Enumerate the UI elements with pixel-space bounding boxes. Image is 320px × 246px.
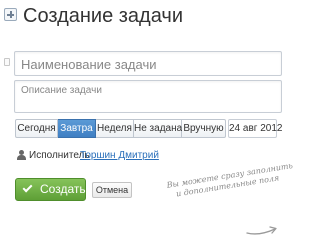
user-icon	[17, 150, 26, 160]
lock-icon	[4, 58, 10, 66]
due-today-button[interactable]: Сегодня	[15, 119, 58, 138]
check-icon	[22, 182, 33, 193]
create-button[interactable]: Создать	[15, 178, 86, 201]
due-tomorrow-button[interactable]: Завтра	[58, 119, 96, 138]
task-description-input[interactable]: Описание задачи	[14, 80, 282, 113]
task-name-placeholder: Наименование задачи	[21, 57, 157, 72]
due-manual-button[interactable]: Вручную	[182, 119, 226, 138]
page-title: Создание задачи	[23, 5, 183, 27]
due-date-field[interactable]: 24 авг 2012	[228, 119, 282, 138]
task-description-placeholder: Описание задачи	[21, 85, 102, 96]
due-none-button[interactable]: Не задана	[134, 119, 182, 138]
create-button-label: Создать	[40, 182, 86, 196]
assignee-link[interactable]: Торшин Дмитрий	[80, 150, 159, 162]
task-name-input[interactable]: Наименование задачи	[14, 51, 282, 76]
cancel-button[interactable]: Отмена	[92, 182, 132, 198]
curved-arrow-icon	[246, 226, 277, 235]
header: Создание задачи	[0, 0, 300, 36]
add-task-icon	[4, 8, 17, 21]
hint-text: Вы можете сразу заполнить и дополнительн…	[166, 161, 293, 201]
due-week-button[interactable]: Неделя	[96, 119, 134, 138]
